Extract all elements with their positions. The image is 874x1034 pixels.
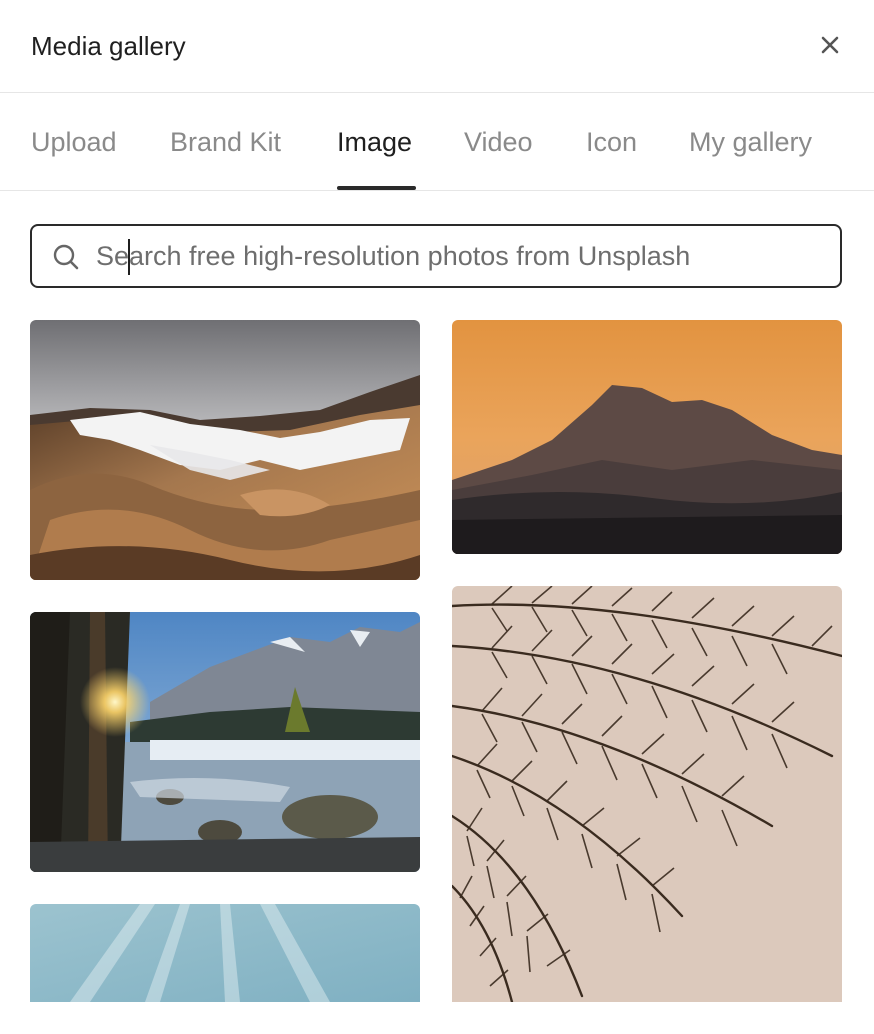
tab-icon[interactable]: Icon <box>586 125 637 159</box>
alpine-lake-photo <box>30 612 420 872</box>
gallery-image-4[interactable] <box>452 586 842 1002</box>
tab-image[interactable]: Image <box>337 125 412 159</box>
gallery-image-1[interactable] <box>30 320 420 580</box>
tab-upload[interactable]: Upload <box>31 125 117 159</box>
close-button[interactable] <box>814 29 846 61</box>
gallery-image-5[interactable] <box>30 904 420 1002</box>
dialog-header: Media gallery <box>0 0 874 93</box>
mountain-snow-photo <box>30 320 420 580</box>
close-icon <box>821 36 839 54</box>
sunset-mountain-photo <box>452 320 842 554</box>
active-tab-indicator <box>337 186 416 190</box>
sky-rays-photo <box>30 904 420 1002</box>
tab-brand-kit[interactable]: Brand Kit <box>170 125 281 159</box>
tab-my-gallery[interactable]: My gallery <box>689 125 812 159</box>
tab-video[interactable]: Video <box>464 125 533 159</box>
text-caret <box>128 239 130 275</box>
search-icon <box>53 244 79 270</box>
dialog-title: Media gallery <box>31 31 186 61</box>
gallery-image-3[interactable] <box>30 612 420 872</box>
palm-fronds-photo <box>452 586 842 1002</box>
search-input[interactable] <box>96 234 816 278</box>
gallery-image-2[interactable] <box>452 320 842 554</box>
tab-bar: Upload Brand Kit Image Video Icon My gal… <box>0 93 874 191</box>
search-box[interactable] <box>30 224 842 288</box>
